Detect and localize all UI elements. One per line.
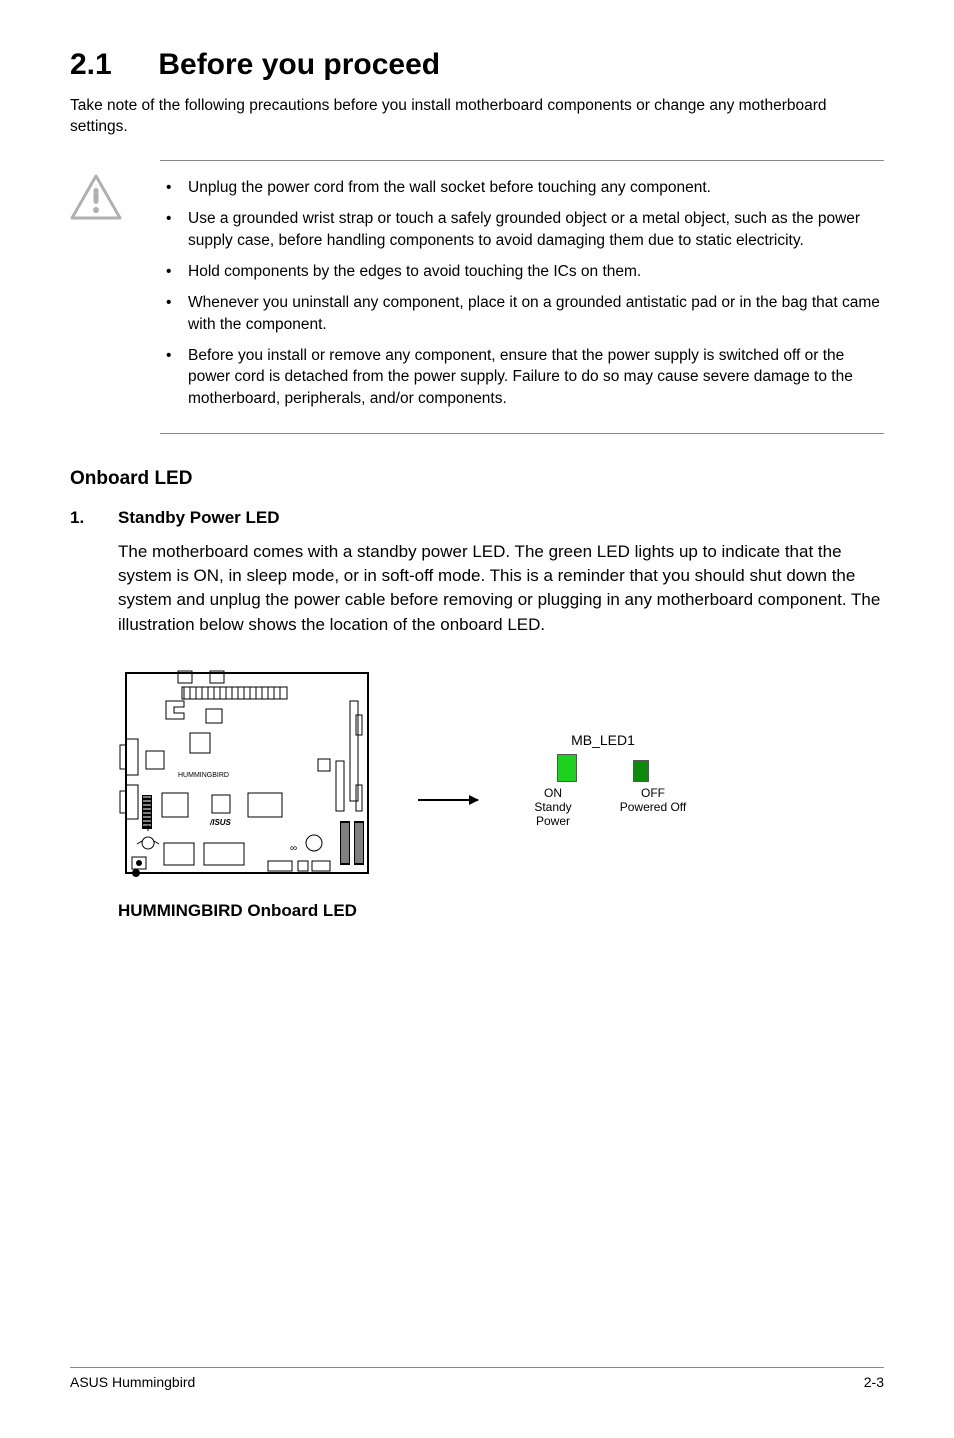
- warning-icon-col: [70, 160, 130, 225]
- warning-item: Whenever you uninstall any component, pl…: [160, 292, 880, 335]
- led-off-bottom: Powered Off: [618, 800, 688, 814]
- svg-text:∞: ∞: [290, 843, 297, 854]
- warning-list: Unplug the power cord from the wall sock…: [160, 160, 884, 434]
- warning-item: Before you install or remove any compone…: [160, 345, 880, 409]
- standby-led-item: 1. Standby Power LED: [70, 508, 884, 528]
- warning-block: Unplug the power cord from the wall sock…: [70, 160, 884, 434]
- footer-right: 2-3: [864, 1374, 884, 1390]
- motherboard-outline: HUMMINGBIRD /ISUS: [118, 665, 378, 895]
- warning-item: Hold components by the edges to avoid to…: [160, 261, 880, 282]
- warning-icon: [70, 174, 122, 220]
- standby-led-body: The motherboard comes with a standby pow…: [118, 540, 884, 637]
- led-on-top: ON: [518, 786, 588, 800]
- page-footer: ASUS Hummingbird 2-3: [70, 1367, 884, 1390]
- warning-item: Use a grounded wrist strap or touch a sa…: [160, 208, 880, 251]
- led-off-icon: [633, 760, 649, 782]
- intro-paragraph: Take note of the following precautions b…: [70, 96, 884, 138]
- section-heading: 2.1 Before you proceed: [70, 48, 884, 82]
- item-number: 1.: [70, 508, 94, 528]
- svg-text:/ISUS: /ISUS: [209, 818, 232, 827]
- warning-item: Unplug the power cord from the wall sock…: [160, 177, 880, 198]
- led-off-top: OFF: [618, 786, 688, 800]
- led-legend: MB_LED1 ON Standy Power OFF Powered Off: [518, 732, 688, 828]
- onboard-led-heading: Onboard LED: [70, 468, 884, 490]
- led-label: MB_LED1: [571, 732, 635, 748]
- led-on-bottom: Standy Power: [518, 800, 588, 828]
- board-diagram: HUMMINGBIRD /ISUS: [118, 665, 884, 921]
- board-text: HUMMINGBIRD: [178, 772, 229, 779]
- item-title: Standby Power LED: [118, 508, 280, 528]
- diagram-caption: HUMMINGBIRD Onboard LED: [118, 901, 884, 921]
- section-number: 2.1: [70, 48, 150, 82]
- footer-left: ASUS Hummingbird: [70, 1374, 195, 1390]
- led-on-icon: [557, 754, 577, 782]
- section-title: Before you proceed: [158, 48, 440, 81]
- arrow-icon: [418, 799, 478, 801]
